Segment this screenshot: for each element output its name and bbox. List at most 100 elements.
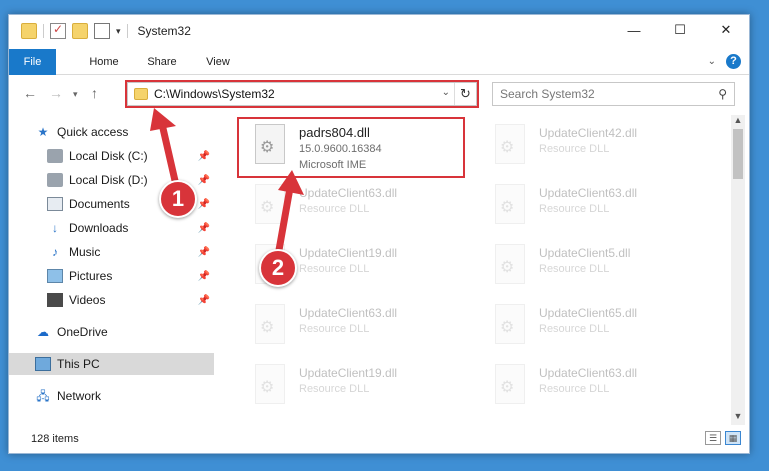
sidebar-item-label: Local Disk (D:)	[69, 173, 148, 187]
sidebar-item-local-disk-c[interactable]: Local Disk (C:) 📌	[9, 145, 214, 167]
dll-file-icon: ⚙	[491, 364, 531, 410]
up-arrow-icon[interactable]: ↑	[91, 85, 98, 101]
network-icon: 🖧	[36, 389, 50, 403]
title-bar: ▾ System32 — ☐ ✕	[9, 15, 749, 47]
sidebar-item-label: Downloads	[69, 221, 129, 235]
file-description: Resource DLL	[299, 323, 370, 335]
back-arrow-icon[interactable]: ←	[23, 85, 37, 101]
file-name: UpdateClient63.dll	[539, 366, 638, 380]
dll-file-icon: ⚙	[491, 244, 531, 290]
pin-icon[interactable]: 📌	[198, 151, 210, 162]
properties-check-icon[interactable]	[50, 22, 66, 39]
pin-icon[interactable]: 📌	[198, 175, 210, 186]
properties-icon[interactable]	[94, 23, 110, 39]
forward-arrow-icon[interactable]: →	[49, 85, 63, 101]
file-name: UpdateClient42.dll	[539, 126, 638, 140]
sidebar-item-pictures[interactable]: Pictures 📌	[9, 265, 214, 287]
close-button[interactable]: ✕	[703, 15, 749, 45]
file-highlight	[237, 117, 465, 178]
folder-icon[interactable]	[21, 23, 37, 39]
dll-file-icon: ⚙	[251, 304, 291, 350]
video-icon	[47, 293, 63, 307]
computer-icon	[35, 357, 51, 371]
pin-icon[interactable]: 📌	[198, 271, 210, 282]
help-icon[interactable]: ?	[726, 54, 741, 69]
minimize-button[interactable]: —	[611, 15, 657, 45]
separator	[126, 24, 128, 38]
file-name: UpdateClient5.dll	[539, 246, 631, 260]
file-tile[interactable]: ⚙ UpdateClient65.dll Resource DLL	[481, 299, 701, 355]
file-description: Resource DLL	[299, 263, 370, 275]
maximize-button[interactable]: ☐	[657, 15, 703, 45]
search-placeholder: Search System32	[500, 87, 595, 101]
customize-toolbar-chevron-icon[interactable]: ▾	[116, 26, 121, 37]
pin-icon[interactable]: 📌	[198, 247, 210, 258]
search-icon[interactable]: ⚲	[718, 87, 727, 101]
dll-file-icon: ⚙	[491, 124, 531, 170]
search-input[interactable]: Search System32 ⚲	[492, 82, 735, 106]
file-tile[interactable]: ⚙ UpdateClient5.dll Resource DLL	[481, 239, 701, 295]
file-tile[interactable]: ⚙ UpdateClient19.dll Resource DLL	[241, 359, 461, 415]
sidebar-item-label: Documents	[69, 197, 130, 211]
star-icon: ★	[37, 125, 49, 139]
documents-icon	[47, 197, 63, 211]
scrollbar-thumb[interactable]	[733, 129, 743, 179]
sidebar-item-videos[interactable]: Videos 📌	[9, 289, 214, 311]
sidebar-item-label: This PC	[57, 357, 100, 371]
file-tile[interactable]: ⚙ UpdateClient63.dll Resource DLL	[241, 299, 461, 355]
dll-file-icon: ⚙	[251, 364, 291, 410]
sidebar-item-music[interactable]: ♪ Music 📌	[9, 241, 214, 263]
drive-icon	[47, 149, 63, 163]
file-description: Resource DLL	[299, 383, 370, 395]
file-tile[interactable]: ⚙ UpdateClient63.dll Resource DLL	[481, 359, 701, 415]
file-name: UpdateClient63.dll	[299, 186, 398, 200]
sidebar-item-downloads[interactable]: ↓ Downloads 📌	[9, 217, 214, 239]
sidebar-item-label: Pictures	[69, 269, 113, 283]
tiles-view-icon[interactable]: ▦	[725, 431, 741, 445]
pin-icon[interactable]: 📌	[198, 295, 210, 306]
sidebar-item-this-pc[interactable]: This PC	[9, 353, 214, 375]
dll-file-icon: ⚙	[251, 184, 291, 230]
navigation-pane: ★ Quick access Local Disk (C:) 📌 Local D…	[9, 115, 214, 425]
window-controls: — ☐ ✕	[611, 15, 749, 45]
sidebar-item-label: Music	[69, 245, 101, 259]
ribbon-tabs: File Home Share View ⌄ ?	[9, 49, 749, 75]
ribbon-right: ⌄ ?	[708, 54, 741, 69]
step-2-badge: 2	[259, 249, 297, 287]
status-bar: 128 items ☰ ▦	[9, 425, 749, 453]
scroll-down-arrow-icon[interactable]: ▼	[731, 411, 745, 425]
expand-ribbon-chevron-icon[interactable]: ⌄	[708, 56, 716, 67]
file-name: UpdateClient65.dll	[539, 306, 638, 320]
quick-access-toolbar: ▾ System32	[21, 22, 191, 39]
file-description: Resource DLL	[539, 203, 610, 215]
pin-icon[interactable]: 📌	[198, 223, 210, 234]
file-description: Resource DLL	[299, 203, 370, 215]
step-1-badge: 1	[159, 180, 197, 218]
pin-icon[interactable]: 📌	[198, 199, 210, 210]
file-description: Resource DLL	[539, 383, 610, 395]
sidebar-item-label: Network	[57, 389, 102, 403]
file-name: UpdateClient63.dll	[539, 186, 638, 200]
tab-file[interactable]: File	[9, 49, 56, 75]
dll-file-icon: ⚙	[491, 184, 531, 230]
sidebar-item-onedrive[interactable]: ☁ OneDrive	[9, 321, 214, 343]
details-view-icon[interactable]: ☰	[705, 431, 721, 445]
sidebar-item-quick-access[interactable]: ★ Quick access	[9, 121, 214, 143]
new-folder-icon[interactable]	[72, 23, 88, 39]
tab-view[interactable]: View	[194, 49, 242, 75]
tab-home[interactable]: Home	[79, 49, 129, 75]
file-tile[interactable]: ⚙ UpdateClient63.dll Resource DLL	[481, 179, 701, 235]
file-tile[interactable]: ⚙ UpdateClient63.dll Resource DLL	[241, 179, 461, 235]
cloud-icon: ☁	[37, 325, 49, 339]
vertical-scrollbar[interactable]: ▲ ▼	[731, 115, 745, 425]
tab-share[interactable]: Share	[137, 49, 187, 75]
item-count: 128 items	[31, 433, 79, 445]
file-tile[interactable]: ⚙ UpdateClient42.dll Resource DLL	[481, 119, 701, 175]
view-switcher: ☰ ▦	[705, 431, 741, 445]
recent-locations-chevron-icon[interactable]: ▾	[73, 89, 78, 100]
file-description: Resource DLL	[539, 263, 610, 275]
download-icon: ↓	[52, 221, 58, 235]
scroll-up-arrow-icon[interactable]: ▲	[731, 115, 745, 129]
sidebar-item-label: Local Disk (C:)	[69, 149, 148, 163]
sidebar-item-network[interactable]: 🖧 Network	[9, 385, 214, 407]
